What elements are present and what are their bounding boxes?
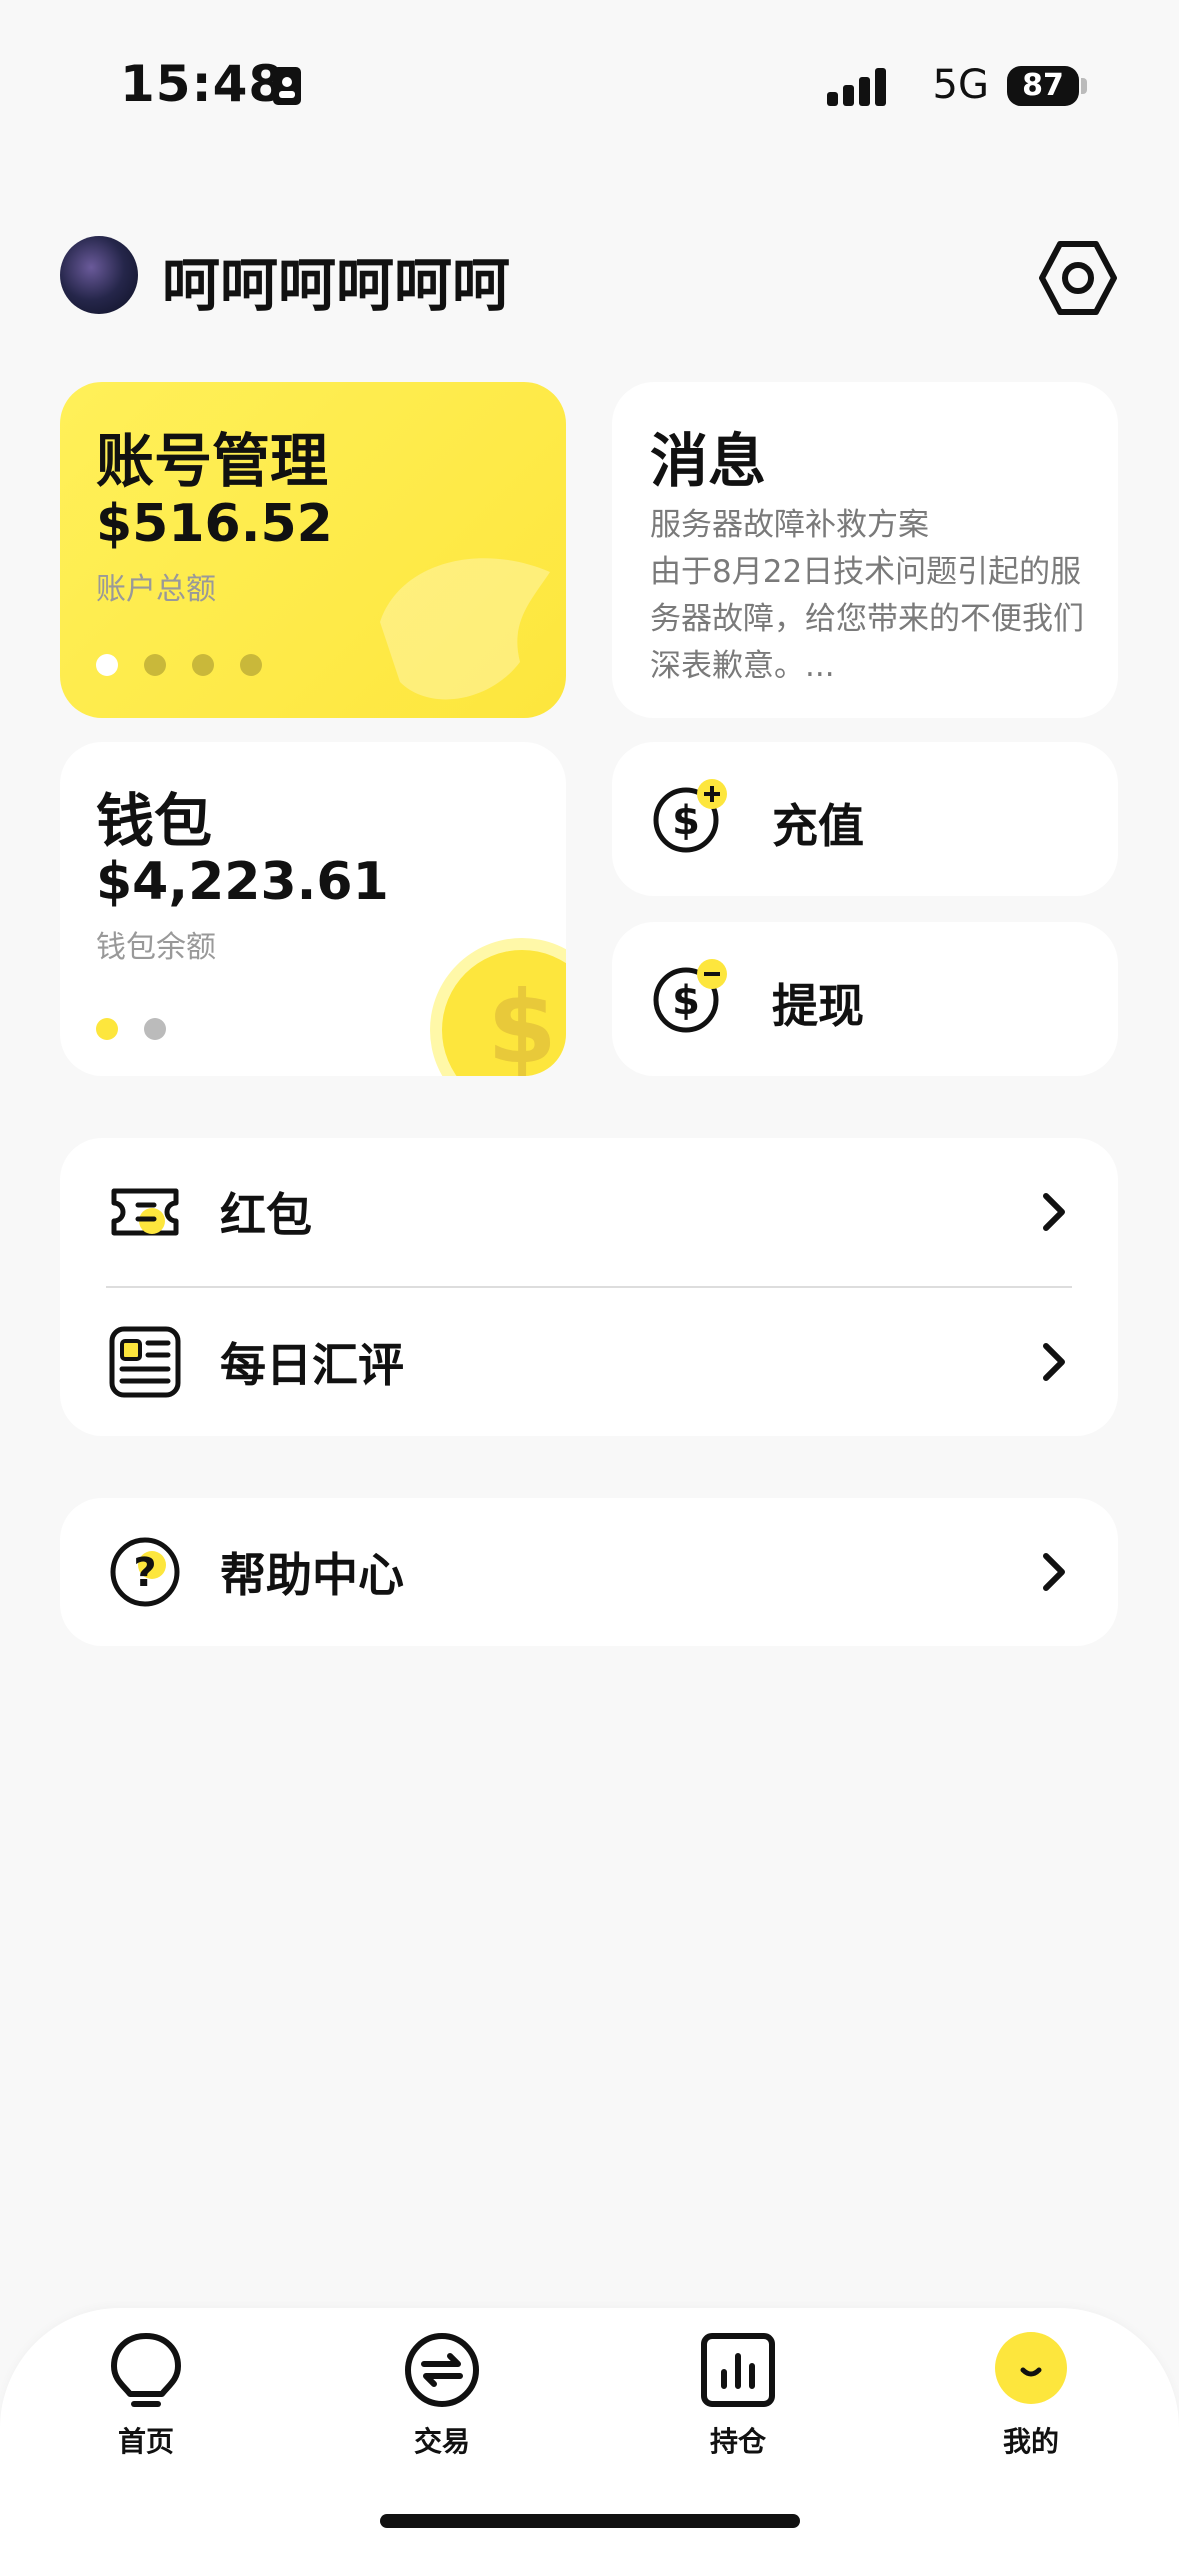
list-item-daily-review[interactable]: 每日汇评 — [60, 1288, 1118, 1436]
wallet-subtitle: 钱包余额 — [96, 930, 216, 965]
tab-trade[interactable]: 交易 — [362, 2320, 522, 2460]
chevron-right-icon — [1043, 1553, 1065, 1591]
message-preview: 服务器故障补救方案 由于8月22日技术问题引起的服务器故障，给您带来的不便我们深… — [650, 507, 1084, 684]
list-item-help-center[interactable]: ? 帮助中心 — [60, 1498, 1118, 1646]
wallet-card[interactable]: 钱包 $4,223.61 钱包余额 $ — [60, 742, 566, 1076]
wallet-title: 钱包 — [96, 787, 213, 855]
home-indicator — [380, 2514, 800, 2528]
chevron-right-icon — [1043, 1193, 1065, 1231]
tiger-watermark-icon — [380, 558, 550, 700]
tab-home[interactable]: 首页 — [66, 2320, 226, 2460]
profile-icon — [995, 2332, 1067, 2404]
newspaper-icon — [109, 1326, 181, 1398]
battery-indicator: 87 — [1007, 66, 1079, 106]
settings-icon[interactable] — [1038, 238, 1118, 318]
svg-text:?: ? — [133, 1550, 156, 1596]
wallet-amount: $4,223.61 — [96, 852, 389, 912]
wallet-pager — [96, 1018, 166, 1040]
account-card[interactable]: 账号管理 $516.52 账户总额 — [60, 382, 566, 718]
dollar-minus-icon: $ — [653, 959, 727, 1033]
help-center-label: 帮助中心 — [220, 1548, 404, 1602]
pager-dot — [144, 1018, 166, 1040]
list-item-red-packet[interactable]: 红包 — [60, 1138, 1118, 1286]
account-subtitle: 账户总额 — [96, 572, 216, 607]
recharge-label: 充值 — [772, 799, 864, 853]
menu-group-1: 红包 每日汇评 — [60, 1138, 1118, 1436]
message-title: 消息 — [650, 427, 767, 495]
svg-text:$: $ — [672, 978, 700, 1024]
account-title: 账号管理 — [96, 427, 329, 495]
withdraw-label: 提现 — [772, 979, 864, 1033]
avatar[interactable] — [60, 236, 138, 314]
tab-trade-label: 交易 — [413, 2425, 470, 2458]
pager-dot — [144, 654, 166, 676]
chevron-right-icon — [1043, 1343, 1065, 1381]
withdraw-button[interactable]: $ 提现 — [612, 922, 1118, 1076]
battery-tip — [1081, 78, 1087, 94]
status-time: 15:48 — [120, 55, 285, 113]
coin-icon: $ — [430, 938, 566, 1076]
ticket-icon — [111, 1188, 179, 1236]
chart-icon — [701, 2333, 775, 2407]
menu-group-2: ? 帮助中心 — [60, 1498, 1118, 1646]
network-type: 5G — [932, 62, 989, 108]
svg-text:$: $ — [487, 969, 557, 1076]
username: 呵呵呵呵呵呵 — [162, 251, 511, 319]
dollar-plus-icon: $ — [653, 779, 727, 853]
exchange-icon — [405, 2333, 479, 2407]
pager-dot-active — [96, 654, 118, 676]
signal-icon — [827, 68, 889, 106]
red-packet-label: 红包 — [220, 1188, 312, 1242]
tab-positions[interactable]: 持仓 — [658, 2320, 818, 2460]
message-card[interactable]: 消息 服务器故障补救方案 由于8月22日技术问题引起的服务器故障，给您带来的不便… — [612, 382, 1118, 718]
daily-review-label: 每日汇评 — [220, 1338, 404, 1392]
account-amount: $516.52 — [96, 494, 333, 554]
bulb-icon — [111, 2333, 181, 2407]
pager-dot-active — [96, 1018, 118, 1040]
pager-dot — [240, 654, 262, 676]
tab-home-label: 首页 — [117, 2425, 174, 2458]
recharge-button[interactable]: $ 充值 — [612, 742, 1118, 896]
tab-mine-label: 我的 — [1002, 2425, 1059, 2458]
svg-text:$: $ — [672, 798, 700, 844]
id-card-icon — [272, 66, 302, 106]
tab-positions-label: 持仓 — [709, 2425, 766, 2458]
pager-dot — [192, 654, 214, 676]
help-icon: ? — [110, 1537, 180, 1607]
tab-mine[interactable]: 我的 — [951, 2320, 1111, 2460]
account-pager — [96, 654, 262, 676]
